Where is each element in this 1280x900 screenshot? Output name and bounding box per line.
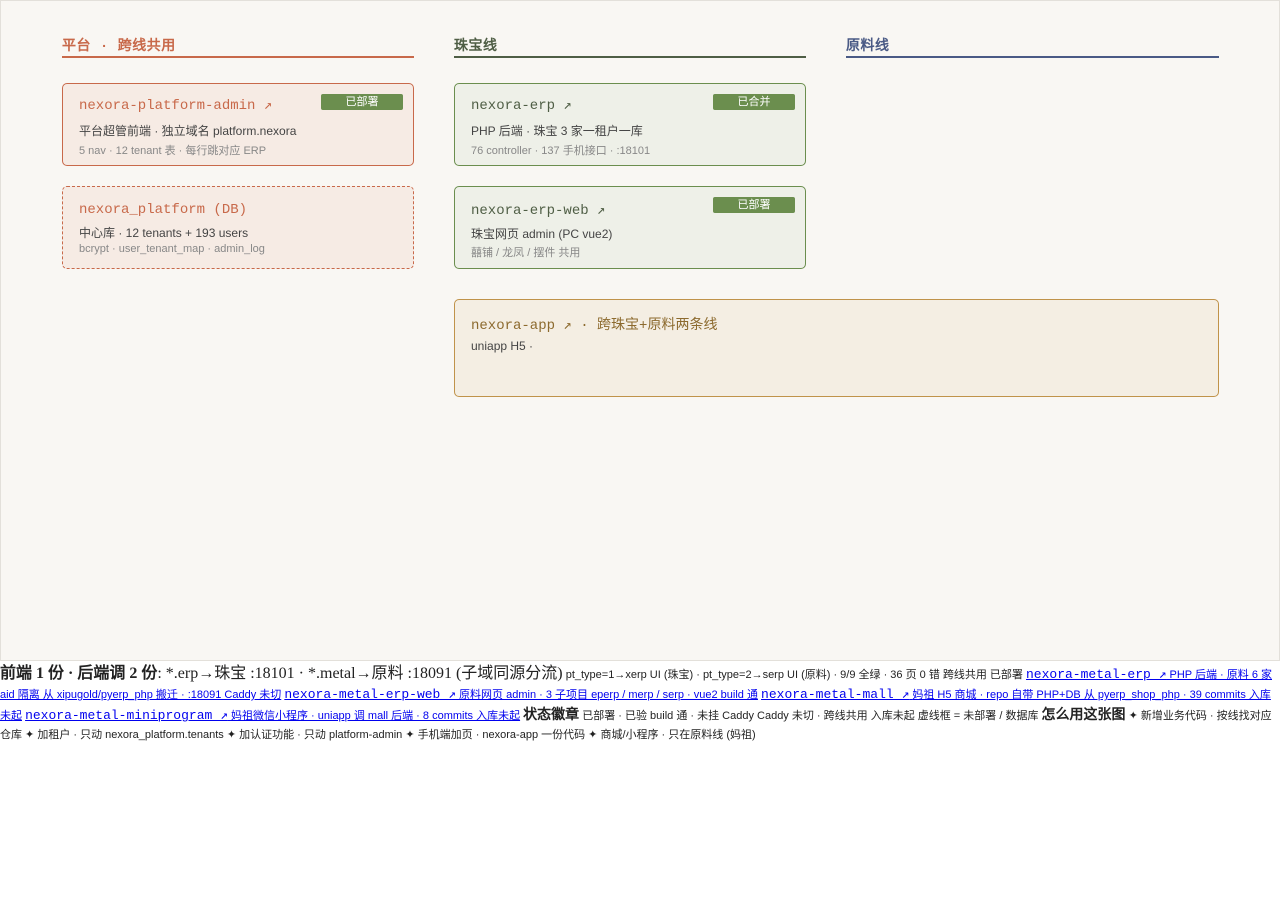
- legend-backend-text: : *.erp→珠宝 :18101 · *.metal→原料 :18091 (子…: [157, 665, 563, 682]
- card-meta: 5 nav · 12 tenant 表 · 每行跳对应 ERP: [79, 145, 267, 157]
- card-name: nexora_platform (DB): [79, 202, 248, 218]
- column-title-platform: 平台 · 跨线共用: [62, 35, 414, 58]
- card-erp-web[interactable]: nexora-erp-web ↗ 已部署 珠宝网页 admin (PC vue2…: [454, 186, 806, 269]
- link-name[interactable]: nexora-metal-mall ↗: [761, 687, 909, 702]
- legend-backend-title: 前端 1 份 · 后端调 2 份: [0, 665, 158, 682]
- link-name[interactable]: nexora-metal-erp ↗: [1026, 667, 1166, 682]
- link-metal-miniprogram[interactable]: nexora-metal-miniprogram ↗ 妈祖微信小程序 · uni…: [25, 708, 520, 723]
- column-title-raw-material: 原料线: [846, 35, 1219, 58]
- legend-status-text: 已部署 · 已验 build 通 · 未挂 Caddy Caddy 未切 · 跨…: [582, 710, 1039, 722]
- card-app[interactable]: nexora-app ↗ · 跨珠宝+原料两条线 uniapp H5 ·: [454, 299, 1219, 397]
- card-meta: 76 controller · 137 手机接口 · :18101: [471, 145, 651, 157]
- legend-pt-text: pt_type=1→xerp UI (珠宝) · pt_type=2→serp …: [565, 669, 1023, 681]
- link-desc[interactable]: 妈祖微信小程序 · uniapp 调 mall 后端 · 8 commits 入…: [231, 710, 520, 722]
- architecture-diagram: 平台 · 跨线共用 珠宝线 原料线 nexora-platform-admin …: [0, 0, 1280, 661]
- card-name[interactable]: nexora-app ↗ · 跨珠宝+原料两条线: [471, 314, 717, 334]
- column-title-jewelry: 珠宝线: [454, 35, 806, 58]
- card-name[interactable]: nexora-erp-web ↗: [471, 202, 605, 219]
- card-desc: 平台超管前端 · 独立域名 platform.nexora: [79, 124, 297, 138]
- link-name[interactable]: nexora-metal-miniprogram ↗: [25, 708, 228, 723]
- status-badge: 已合并: [713, 94, 795, 110]
- card-desc: uniapp H5 ·: [471, 339, 534, 353]
- card-name[interactable]: nexora-erp ↗: [471, 97, 572, 114]
- card-desc: 珠宝网页 admin (PC vue2): [471, 227, 613, 241]
- card-erp[interactable]: nexora-erp ↗ 已合并 PHP 后端 · 珠宝 3 家一租户一库 76…: [454, 83, 806, 166]
- status-badge: 已部署: [321, 94, 403, 110]
- link-desc[interactable]: 原料网页 admin · 3 子项目 eperp / merp / serp ·…: [459, 689, 758, 701]
- legend-text: 前端 1 份 · 后端调 2 份: *.erp→珠宝 :18101 · *.me…: [0, 664, 1280, 745]
- link-metal-erp-web[interactable]: nexora-metal-erp-web ↗ 原料网页 admin · 3 子项…: [284, 687, 758, 702]
- card-platform-db: nexora_platform (DB) 中心库 · 12 tenants + …: [62, 186, 414, 269]
- card-desc: 中心库 · 12 tenants + 193 users: [79, 226, 249, 240]
- legend-status-title: 状态徽章: [523, 706, 580, 722]
- legend-howto-title: 怎么用这张图: [1041, 706, 1126, 722]
- card-meta: bcrypt · user_tenant_map · admin_log: [79, 243, 265, 255]
- card-name[interactable]: nexora-platform-admin ↗: [79, 97, 272, 114]
- status-badge: 已部署: [713, 197, 795, 213]
- link-name[interactable]: nexora-metal-erp-web ↗: [284, 687, 456, 702]
- card-meta: 囍铺 / 龙凤 / 摆件 共用: [471, 247, 581, 259]
- card-platform-admin[interactable]: nexora-platform-admin ↗ 已部署 平台超管前端 · 独立域…: [62, 83, 414, 166]
- card-desc: PHP 后端 · 珠宝 3 家一租户一库: [471, 124, 643, 138]
